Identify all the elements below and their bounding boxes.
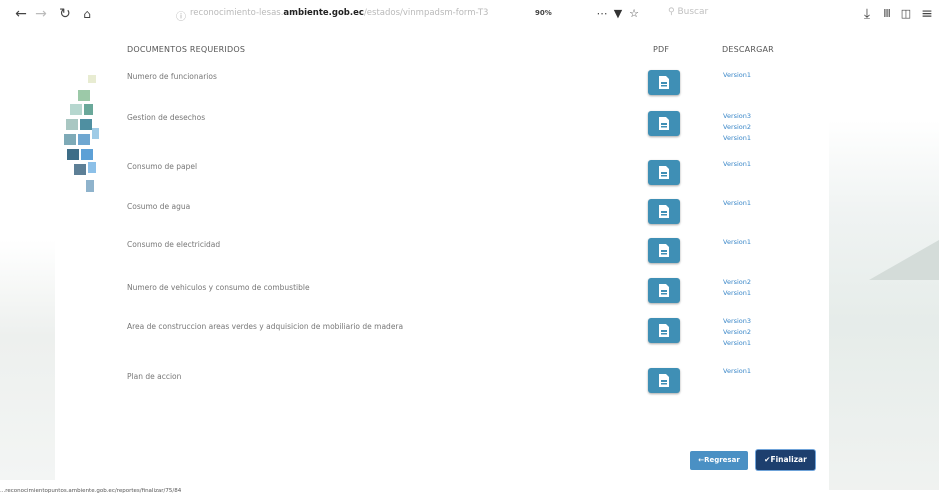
background-mountain xyxy=(869,240,939,280)
version-list: Version1 xyxy=(723,366,751,377)
finish-button[interactable]: ✔Finalizar xyxy=(756,450,815,470)
version-link[interactable]: Version1 xyxy=(723,159,751,170)
column-header-documents: DOCUMENTOS REQUERIDOS xyxy=(127,45,246,54)
background-landscape-left xyxy=(0,240,55,480)
document-label: Plan de accion xyxy=(127,372,182,381)
sidebar-icon[interactable]: ◫ xyxy=(897,6,915,22)
url-prefix: reconocimiento-lesas. xyxy=(190,8,284,18)
version-link[interactable]: Version3 xyxy=(723,316,751,327)
pdf-upload-button[interactable] xyxy=(648,199,680,224)
reload-icon[interactable]: ↻ xyxy=(56,6,74,22)
column-header-pdf: PDF xyxy=(653,45,670,54)
logo-tile xyxy=(70,104,82,115)
info-icon[interactable]: ⓘ xyxy=(176,8,186,23)
logo-tile xyxy=(78,134,90,145)
logo-tile xyxy=(88,75,96,83)
download-icon[interactable]: ⤓ xyxy=(858,6,876,22)
pdf-upload-button[interactable] xyxy=(648,111,680,136)
version-list: Version3 Version2 Version1 xyxy=(723,316,751,349)
pdf-upload-button[interactable] xyxy=(648,238,680,263)
version-link[interactable]: Version2 xyxy=(723,277,751,288)
url-text[interactable]: reconocimiento-lesas.ambiente.gob.ec/est… xyxy=(190,8,488,18)
document-label: Numero de vehiculos y consumo de combust… xyxy=(127,283,310,292)
file-icon xyxy=(659,244,669,257)
file-icon xyxy=(659,166,669,179)
forward-icon[interactable]: → xyxy=(32,6,50,22)
status-bar-url: ...reconocimientopuntos.ambiente.gob.ec/… xyxy=(0,488,182,494)
finish-button-label: Finalizar xyxy=(770,455,807,464)
version-link[interactable]: Version1 xyxy=(723,70,751,81)
file-icon xyxy=(659,374,669,387)
logo-tile xyxy=(92,128,99,139)
back-icon[interactable]: ← xyxy=(12,6,30,22)
document-label: Cosumo de agua xyxy=(127,202,191,211)
version-link[interactable]: Version1 xyxy=(723,366,751,377)
pdf-upload-button[interactable] xyxy=(648,160,680,185)
logo-tile xyxy=(88,162,96,173)
search-placeholder: Buscar xyxy=(677,7,709,17)
logo-tile xyxy=(81,149,93,160)
column-header-download: DESCARGAR xyxy=(722,45,774,54)
logo-tile xyxy=(74,164,86,175)
logo-tile xyxy=(80,119,92,130)
document-label: Numero de funcionarios xyxy=(127,72,217,81)
document-label: Consumo de electricidad xyxy=(127,240,221,249)
document-label: Gestion de desechos xyxy=(127,113,206,122)
version-list: Version1 xyxy=(723,159,751,170)
file-icon xyxy=(659,117,669,130)
back-button-label: Regresar xyxy=(704,456,740,464)
logo-tile xyxy=(86,180,94,192)
menu-icon[interactable]: ≡ xyxy=(918,6,936,22)
version-link[interactable]: Version1 xyxy=(723,338,751,349)
file-icon xyxy=(659,324,669,337)
version-link[interactable]: Version1 xyxy=(723,198,751,209)
logo-tile xyxy=(84,104,93,115)
pdf-upload-button[interactable] xyxy=(648,368,680,393)
bookmark-star-icon[interactable]: ☆ xyxy=(625,6,643,22)
version-link[interactable]: Version2 xyxy=(723,122,751,133)
zoom-level[interactable]: 90% xyxy=(535,9,552,17)
document-label: Area de construccion areas verdes y adqu… xyxy=(127,322,404,331)
document-label: Consumo de papel xyxy=(127,162,198,171)
search-input[interactable]: ⚲ Buscar xyxy=(668,7,708,17)
file-icon xyxy=(659,76,669,89)
file-icon xyxy=(659,205,669,218)
library-icon[interactable]: Ⅲ xyxy=(878,6,896,22)
logo-tile xyxy=(78,90,90,101)
version-link[interactable]: Version1 xyxy=(723,288,751,299)
version-list: Version3 Version2 Version1 xyxy=(723,111,751,144)
file-icon xyxy=(659,284,669,297)
version-list: Version1 xyxy=(723,237,751,248)
version-list: Version1 xyxy=(723,70,751,81)
version-link[interactable]: Version2 xyxy=(723,327,751,338)
home-icon[interactable]: ⌂ xyxy=(78,6,96,22)
logo-tile xyxy=(64,134,76,145)
pdf-upload-button[interactable] xyxy=(648,318,680,343)
version-link[interactable]: Version1 xyxy=(723,237,751,248)
back-button[interactable]: ←Regresar xyxy=(690,451,748,470)
version-list: Version1 xyxy=(723,198,751,209)
background-landscape-right xyxy=(829,120,939,490)
url-path: /estados/vinmpadsm-form-T3 xyxy=(363,8,489,18)
url-domain: ambiente.gob.ec xyxy=(283,8,364,18)
browser-toolbar: ← → ↻ ⌂ ⓘ reconocimiento-lesas.ambiente.… xyxy=(0,0,939,30)
version-link[interactable]: Version3 xyxy=(723,111,751,122)
logo-tile xyxy=(66,119,78,130)
pdf-upload-button[interactable] xyxy=(648,70,680,95)
version-link[interactable]: Version1 xyxy=(723,133,751,144)
logo-tile xyxy=(67,149,79,160)
pdf-upload-button[interactable] xyxy=(648,278,680,303)
version-list: Version2 Version1 xyxy=(723,277,751,299)
